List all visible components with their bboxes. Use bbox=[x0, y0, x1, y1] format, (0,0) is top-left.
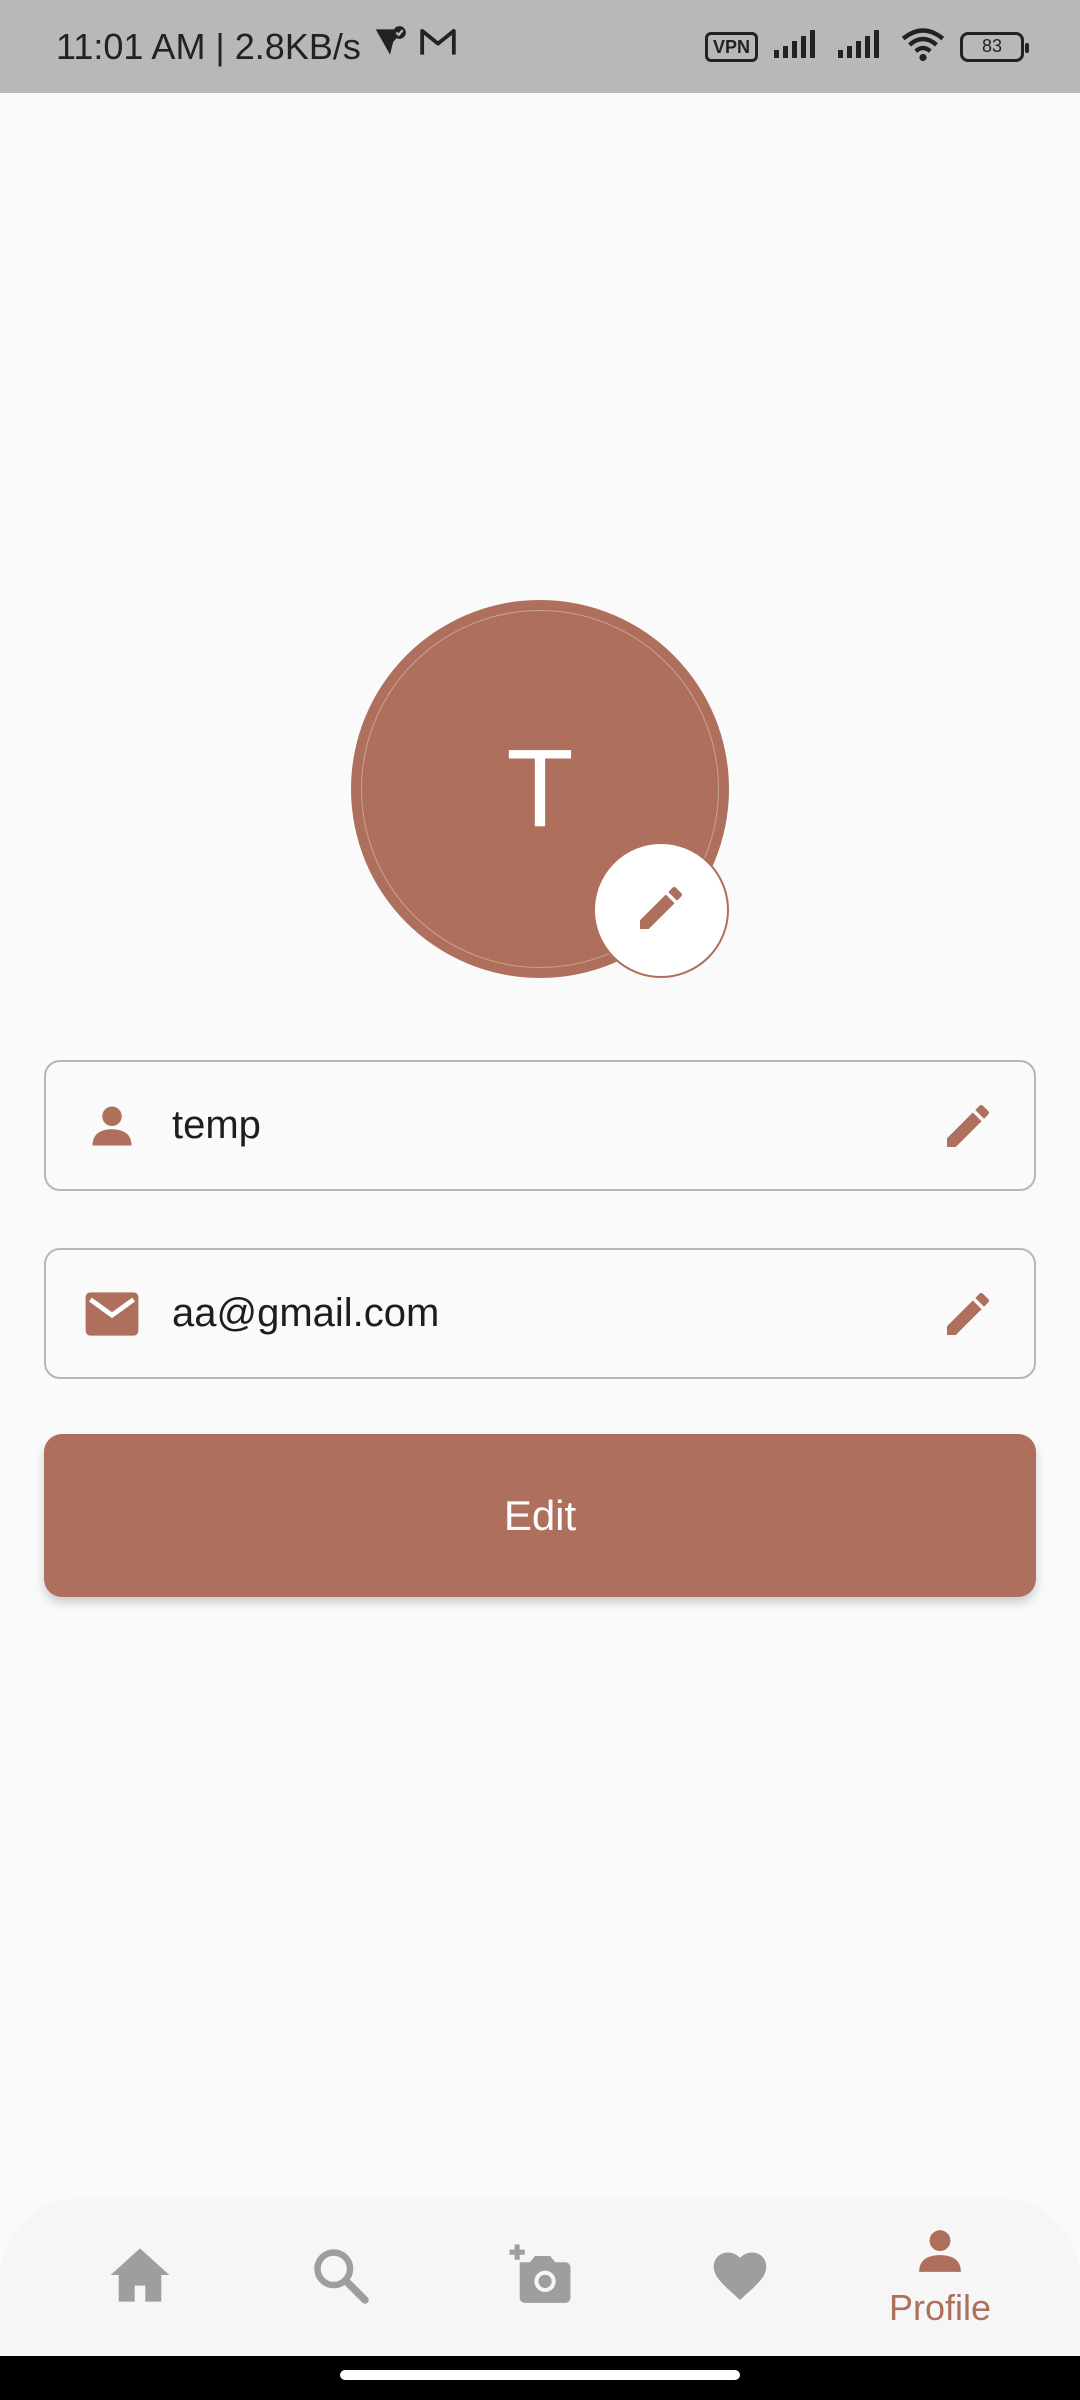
nav-profile-label: Profile bbox=[888, 2286, 992, 2328]
person-icon bbox=[82, 1096, 142, 1156]
status-left: 11:01 AM | 2.8KB/s bbox=[56, 23, 457, 70]
nav-favorites[interactable] bbox=[665, 2212, 815, 2342]
pencil-icon bbox=[633, 880, 689, 941]
signal-icon-2 bbox=[836, 28, 886, 65]
avatar-letter: T bbox=[506, 727, 574, 850]
wifi-icon bbox=[900, 26, 946, 67]
status-bar: 11:01 AM | 2.8KB/s VPN 83 bbox=[0, 0, 1080, 93]
vpn-badge: VPN bbox=[704, 31, 758, 62]
name-field[interactable]: temp bbox=[44, 1060, 1036, 1191]
nav-home[interactable] bbox=[65, 2212, 215, 2342]
search-icon bbox=[310, 2245, 370, 2310]
home-indicator[interactable] bbox=[340, 2370, 740, 2380]
email-field[interactable]: aa@gmail.com bbox=[44, 1248, 1036, 1379]
status-right: VPN 83 bbox=[704, 26, 1029, 67]
signal-icon-1 bbox=[772, 28, 822, 65]
email-value: aa@gmail.com bbox=[172, 1291, 440, 1335]
nav-search[interactable] bbox=[265, 2212, 415, 2342]
profile-screen: 11:01 AM | 2.8KB/s VPN 83 T temp aa@gmai… bbox=[0, 0, 1080, 2400]
nav-profile[interactable]: Profile bbox=[865, 2212, 1015, 2342]
nav-notification-icon bbox=[371, 23, 409, 70]
edit-button[interactable]: Edit bbox=[44, 1434, 1036, 1597]
add-photo-icon bbox=[507, 2244, 573, 2311]
name-value: temp bbox=[172, 1103, 261, 1147]
nav-add-photo[interactable] bbox=[465, 2212, 615, 2342]
heart-icon bbox=[710, 2247, 770, 2308]
edit-name-icon[interactable] bbox=[938, 1096, 998, 1156]
avatar-edit-button[interactable] bbox=[593, 842, 729, 978]
person-icon bbox=[915, 2226, 965, 2281]
bottom-nav: Profile bbox=[0, 2198, 1080, 2356]
mail-icon bbox=[82, 1284, 142, 1344]
gmail-icon bbox=[419, 25, 457, 68]
battery-indicator: 83 bbox=[960, 31, 1029, 62]
status-time-speed: 11:01 AM | 2.8KB/s bbox=[56, 25, 361, 67]
home-icon bbox=[108, 2245, 172, 2310]
edit-email-icon[interactable] bbox=[938, 1284, 998, 1344]
